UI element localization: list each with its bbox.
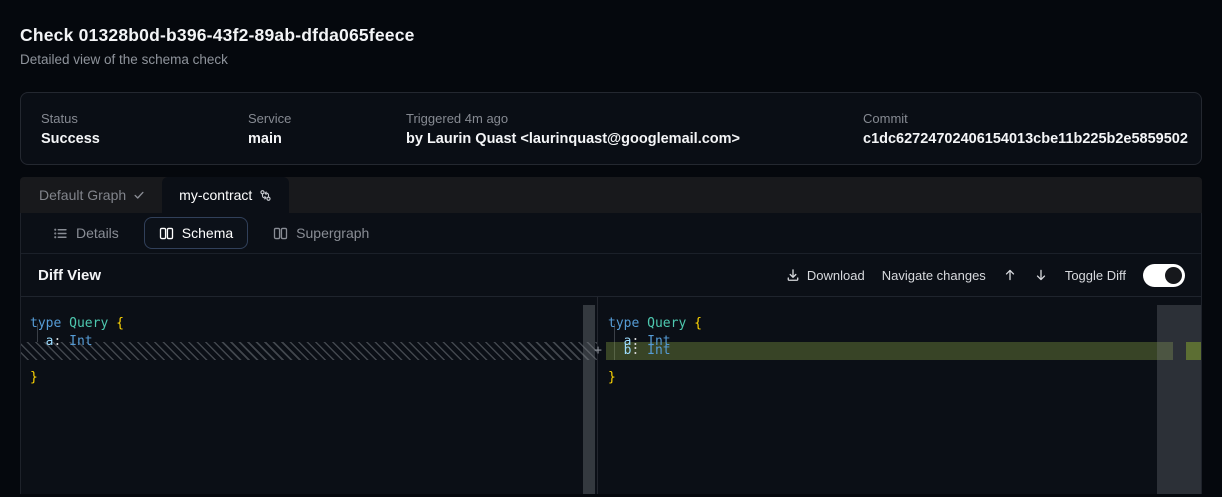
diff-placeholder-line bbox=[21, 342, 597, 360]
view-tab-schema[interactable]: Schema bbox=[144, 217, 248, 249]
graph-tab-my-contract[interactable]: my-contract bbox=[162, 177, 289, 213]
check-summary-card: Status SuccessService mainTriggered 4m ago… bbox=[20, 92, 1202, 165]
arrow-up-icon bbox=[1003, 268, 1017, 282]
columns-icon bbox=[159, 226, 174, 241]
diff-toolbar-actions: Download Navigate changes Toggle Diff bbox=[786, 264, 1185, 287]
view-tab-supergraph[interactable]: Supergraph bbox=[258, 217, 384, 249]
diff-pane-before: type Query { a: Int} bbox=[21, 297, 597, 494]
arrow-down-icon bbox=[1034, 268, 1048, 282]
summary-field-commit: Commit c1dc62724702406154013cbe11b225b2e5… bbox=[863, 111, 1181, 147]
summary-field-value: main bbox=[248, 131, 406, 147]
view-tab-details[interactable]: Details bbox=[38, 217, 134, 249]
diff-pane-after: type Query { a: Int b: Int} bbox=[597, 297, 1201, 494]
page-header: Check 01328b0d-b396-43f2-89ab-dfda065fee… bbox=[0, 0, 1222, 67]
summary-field-label: Service bbox=[248, 111, 406, 126]
download-icon bbox=[786, 268, 800, 282]
view-tab-label: Supergraph bbox=[296, 225, 369, 241]
graph-tab-label: Default Graph bbox=[39, 187, 126, 203]
diff-view-title: Diff View bbox=[38, 267, 101, 284]
code-line: a: Int bbox=[598, 324, 1201, 342]
summary-field-value: c1dc62724702406154013cbe11b225b2e5859502 bbox=[863, 131, 1181, 147]
code-line-added: b: Int bbox=[606, 342, 1173, 360]
code-line: type Query { bbox=[21, 306, 597, 324]
download-label: Download bbox=[807, 268, 865, 283]
code-line: a: Int bbox=[21, 324, 597, 342]
added-line-marker bbox=[1186, 342, 1201, 360]
navigate-changes-label: Navigate changes bbox=[882, 268, 986, 283]
code-line: } bbox=[598, 360, 1201, 378]
summary-field-label: Triggered 4m ago bbox=[406, 111, 863, 126]
columns-icon bbox=[273, 226, 288, 241]
download-button[interactable]: Download bbox=[786, 268, 865, 283]
toggle-diff-switch[interactable] bbox=[1143, 264, 1185, 287]
page-subtitle: Detailed view of the schema check bbox=[20, 52, 1202, 67]
check-content-panel: Details Schema Supergraph Diff View Downlo… bbox=[20, 213, 1202, 494]
view-tab-bar: Details Schema Supergraph bbox=[21, 213, 1201, 254]
diff-plus-indicator: + bbox=[590, 342, 606, 360]
summary-field-label: Commit bbox=[863, 111, 1181, 126]
summary-field-label: Status bbox=[41, 111, 248, 126]
code-line: } bbox=[21, 360, 597, 378]
right-scrollbar[interactable] bbox=[1157, 305, 1201, 494]
graph-tab-default-graph[interactable]: Default Graph bbox=[22, 177, 162, 213]
left-scrollbar[interactable] bbox=[583, 305, 595, 494]
previous-change-button[interactable] bbox=[1003, 268, 1017, 282]
summary-field-value: Success bbox=[41, 131, 248, 147]
git-compare-icon bbox=[259, 189, 272, 202]
summary-field-status: Status Success bbox=[41, 111, 248, 147]
page-title: Check 01328b0d-b396-43f2-89ab-dfda065fee… bbox=[20, 25, 1202, 46]
graph-tab-label: my-contract bbox=[179, 187, 252, 203]
graph-tab-strip: Default Graph my-contract bbox=[20, 177, 1202, 213]
summary-field-value: by Laurin Quast <laurinquast@googlemail.… bbox=[406, 131, 863, 147]
view-tab-label: Details bbox=[76, 225, 119, 241]
check-icon bbox=[133, 189, 145, 201]
view-tab-label: Schema bbox=[182, 225, 233, 241]
schema-diff-editor: type Query { a: Int} type Query { a: Int… bbox=[21, 297, 1201, 494]
toggle-knob bbox=[1165, 267, 1182, 284]
code-line: type Query { bbox=[598, 306, 1201, 324]
list-icon bbox=[53, 226, 68, 241]
diff-toolbar: Diff View Download Navigate changes bbox=[21, 254, 1201, 297]
toggle-diff-label: Toggle Diff bbox=[1065, 268, 1126, 283]
next-change-button[interactable] bbox=[1034, 268, 1048, 282]
summary-field-service: Service main bbox=[248, 111, 406, 147]
summary-field-triggered: Triggered 4m ago by Laurin Quast <laurinq… bbox=[406, 111, 863, 147]
